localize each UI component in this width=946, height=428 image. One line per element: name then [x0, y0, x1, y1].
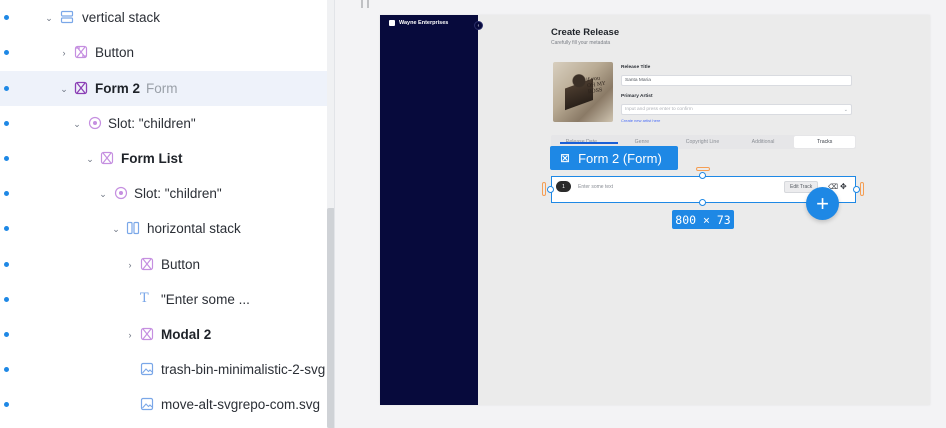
image-icon — [140, 362, 154, 376]
chevron-right-icon[interactable]: › — [59, 48, 69, 58]
tree-item-name: Form 2 — [95, 81, 141, 96]
tree-item-label: trash-bin-minimalistic-2-svg — [161, 362, 326, 377]
add-element-button[interactable]: + — [806, 187, 839, 220]
connection-dot — [4, 297, 9, 302]
chevron-down-icon[interactable]: ⌄ — [72, 119, 82, 129]
text-icon: T — [140, 291, 149, 306]
component-icon — [140, 257, 154, 271]
connection-dot — [4, 191, 9, 196]
primary-artist-input[interactable]: Input and press enter to confirm ⌄ — [621, 104, 852, 115]
tree-item-label: Slot: "children" — [134, 186, 222, 201]
page-title: Create Release — [551, 27, 620, 38]
resize-handle-bottom[interactable] — [699, 199, 706, 206]
resize-handle-left[interactable] — [547, 186, 554, 193]
cover-artwork-text: if you OH MY BOSS — [585, 75, 606, 96]
editor-root: ⌄ vertical stack › Button ⌄ Form 2 Form ⌄… — [0, 0, 946, 428]
tree-item-trash-image[interactable]: trash-bin-minimalistic-2-svg — [0, 352, 327, 387]
tree-item-label: move-alt-svgrepo-com.svg — [161, 397, 321, 412]
tree-item-form-list[interactable]: ⌄ Form List — [0, 141, 327, 176]
selection-label: ⊠ Form 2 (Form) — [550, 146, 678, 170]
tree-item-horizontal-stack[interactable]: ⌄ horizontal stack — [0, 211, 327, 246]
connection-dot — [4, 402, 9, 407]
tree-item-label: Button — [95, 45, 135, 60]
chevron-down-icon[interactable]: ⌄ — [44, 13, 54, 23]
primary-artist-label: Primary Artist — [621, 94, 653, 99]
resize-handle-left-bar[interactable] — [542, 182, 546, 196]
selection-label-text: Form 2 (Form) — [578, 150, 662, 166]
release-title-input[interactable]: Santa Maria — [621, 75, 852, 86]
brand-logo-icon — [389, 20, 395, 26]
sidebar-collapse-button[interactable]: ‹ — [474, 21, 483, 30]
tab-additional[interactable]: Additional — [733, 135, 794, 149]
app-sidebar — [380, 15, 478, 405]
tree-item-label: Slot: "children" — [108, 116, 196, 131]
tree-item-text[interactable]: T "Enter some ... — [0, 282, 327, 317]
tree-item-button[interactable]: › Button — [0, 247, 327, 282]
tree-item-move-image[interactable]: move-alt-svgrepo-com.svg — [0, 387, 327, 422]
tree-item-form-2[interactable]: ⌄ Form 2 Form — [0, 71, 327, 106]
chevron-down-icon[interactable]: ⌄ — [59, 84, 69, 94]
tree-item-label: vertical stack — [82, 10, 161, 25]
chevron-down-icon[interactable]: ⌄ — [98, 189, 108, 199]
tree-item-label: Form List — [121, 151, 183, 166]
tree-item-label: Button — [161, 257, 201, 272]
chevron-down-icon[interactable]: ⌄ — [85, 154, 95, 164]
resize-handle-top[interactable] — [699, 172, 706, 179]
chevron-down-icon: ⌄ — [843, 107, 848, 113]
brand: Wayne Enterprises — [389, 20, 448, 26]
connection-dot — [4, 86, 9, 91]
tab-progress-bar — [560, 142, 618, 144]
release-cover-image[interactable]: if you OH MY BOSS — [553, 62, 613, 122]
connection-dot — [4, 121, 9, 126]
move-icon[interactable]: ✥ — [840, 182, 847, 191]
tree-item-button[interactable]: › Button — [0, 35, 327, 70]
tab-copyright-line[interactable]: Copyright Line — [672, 135, 733, 149]
chevron-right-icon[interactable]: › — [125, 330, 135, 340]
component-icon — [100, 151, 114, 165]
release-title-label: Release Title — [621, 65, 651, 70]
component-icon — [74, 45, 88, 59]
brand-name: Wayne Enterprises — [399, 20, 449, 26]
tree-item-label: Modal 2 — [161, 327, 212, 342]
track-text-placeholder[interactable]: Enter some text — [578, 184, 613, 190]
chevron-right-icon[interactable]: › — [125, 260, 135, 270]
create-artist-link[interactable]: Create new artist here — [621, 118, 660, 123]
resize-handle-top-bar[interactable] — [696, 167, 710, 171]
connection-dot — [4, 332, 9, 337]
tree-item-vertical-stack[interactable]: ⌄ vertical stack — [0, 0, 327, 35]
horizontal-stack-icon — [126, 221, 140, 235]
connection-dot — [4, 156, 9, 161]
resize-handle-right[interactable] — [853, 186, 860, 193]
tree-item-slot-children[interactable]: ⌄ Slot: "children" — [0, 176, 327, 211]
track-number-badge: 1 — [556, 181, 571, 192]
resize-handle-right-bar[interactable] — [860, 182, 864, 196]
image-icon — [140, 397, 154, 411]
tree-item-slot-children[interactable]: ⌄ Slot: "children" — [0, 106, 327, 141]
vertical-stack-icon — [60, 10, 74, 24]
component-icon: ⊠ — [560, 151, 571, 165]
tree-item-label: Form 2 Form — [95, 81, 178, 96]
component-icon — [74, 81, 88, 95]
connection-dot — [4, 50, 9, 55]
tree-item-label: horizontal stack — [147, 221, 241, 236]
primary-artist-placeholder: Input and press enter to confirm — [625, 107, 693, 112]
dimension-label: 800 × 73 — [672, 210, 734, 229]
connection-dot — [4, 226, 9, 231]
connection-dot — [4, 15, 9, 20]
tree-item-type: Form — [146, 81, 178, 96]
chevron-down-icon[interactable]: ⌄ — [111, 224, 121, 234]
connection-dot — [4, 367, 9, 372]
frame-icon[interactable] — [359, 0, 371, 8]
slot-icon — [88, 116, 102, 130]
connection-dot — [4, 262, 9, 267]
tab-tracks[interactable]: Tracks — [794, 136, 855, 148]
tree-item-modal-2[interactable]: › Modal 2 — [0, 317, 327, 352]
tree-scrollbar[interactable] — [327, 208, 334, 428]
component-icon — [140, 327, 154, 341]
page-subtitle: Carefully fill your metadata — [551, 40, 611, 46]
layer-tree-panel: ⌄ vertical stack › Button ⌄ Form 2 Form ⌄… — [0, 0, 335, 428]
tree-item-label: "Enter some ... — [161, 292, 250, 307]
slot-icon — [114, 186, 128, 200]
